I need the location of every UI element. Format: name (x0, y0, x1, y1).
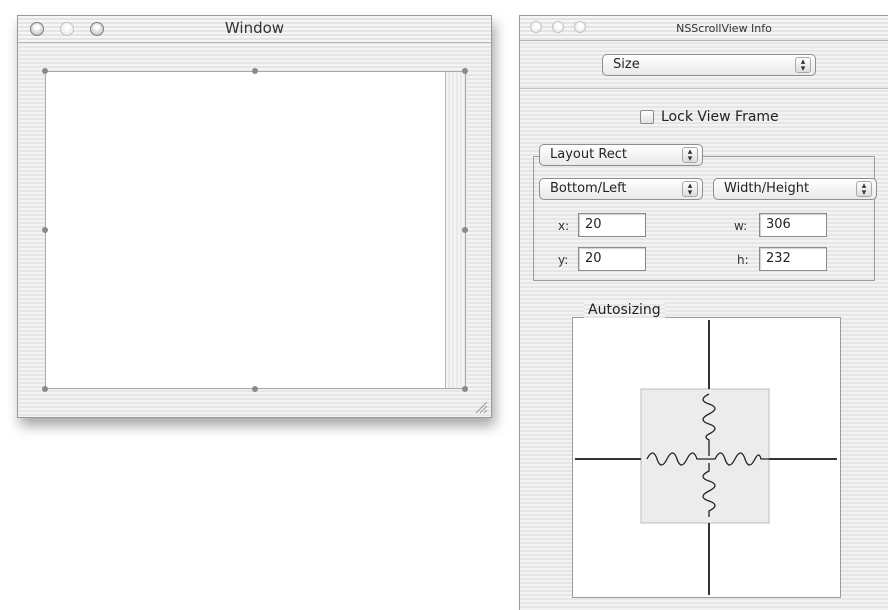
w-field[interactable]: 306 (759, 213, 827, 237)
resize-handle[interactable] (42, 68, 48, 74)
edited-window-title: Window (224, 19, 285, 37)
h-label: h: (737, 253, 749, 267)
w-label: w: (734, 219, 748, 233)
pane-divider (520, 88, 888, 89)
scroll-view[interactable] (45, 71, 466, 389)
lock-view-frame-label: Lock View Frame (661, 109, 779, 125)
inspector-title: NSScrollView Info (676, 22, 772, 35)
size-popup-value: Width/Height (724, 181, 810, 196)
resize-handle[interactable] (462, 386, 468, 392)
origin-popup[interactable]: Bottom/Left ▴ ▾ (539, 178, 703, 200)
popup-arrows-icon: ▴ ▾ (856, 181, 872, 198)
x-label: x: (558, 219, 570, 233)
inspector-panel[interactable]: NSScrollView Info Size ▴ ▾ Lock View Fram… (519, 15, 888, 610)
autosizing-label: Autosizing (584, 302, 665, 318)
layout-rect-popup[interactable]: Layout Rect ▴ ▾ (539, 144, 703, 166)
popup-arrows-icon: ▴ ▾ (682, 181, 698, 198)
y-field[interactable]: 20 (578, 247, 646, 271)
resize-handle[interactable] (462, 68, 468, 74)
resize-handle[interactable] (252, 68, 258, 74)
edited-window[interactable]: Window (17, 15, 492, 418)
autosizing-control[interactable] (573, 318, 840, 597)
lock-view-frame-checkbox[interactable] (640, 110, 654, 124)
resize-handle[interactable] (462, 227, 468, 233)
edited-window-titlebar[interactable]: Window (18, 16, 491, 43)
resize-grip-icon[interactable] (474, 400, 488, 414)
close-icon[interactable] (530, 21, 542, 33)
resize-handle[interactable] (42, 386, 48, 392)
resize-handle[interactable] (252, 386, 258, 392)
popup-arrows-icon: ▴ ▾ (795, 57, 811, 74)
x-field[interactable]: 20 (578, 213, 646, 237)
origin-popup-value: Bottom/Left (550, 181, 627, 196)
resize-handle[interactable] (42, 227, 48, 233)
pane-selector-value: Size (613, 57, 640, 72)
h-field[interactable]: 232 (759, 247, 827, 271)
popup-arrows-icon: ▴ ▾ (682, 147, 698, 164)
inspector-titlebar[interactable]: NSScrollView Info (520, 16, 888, 41)
autosizing-inner-view (640, 388, 770, 524)
y-label: y: (558, 253, 569, 267)
pane-selector-popup[interactable]: Size ▴ ▾ (602, 54, 816, 76)
layout-rect-value: Layout Rect (550, 147, 628, 162)
size-popup[interactable]: Width/Height ▴ ▾ (713, 178, 877, 200)
